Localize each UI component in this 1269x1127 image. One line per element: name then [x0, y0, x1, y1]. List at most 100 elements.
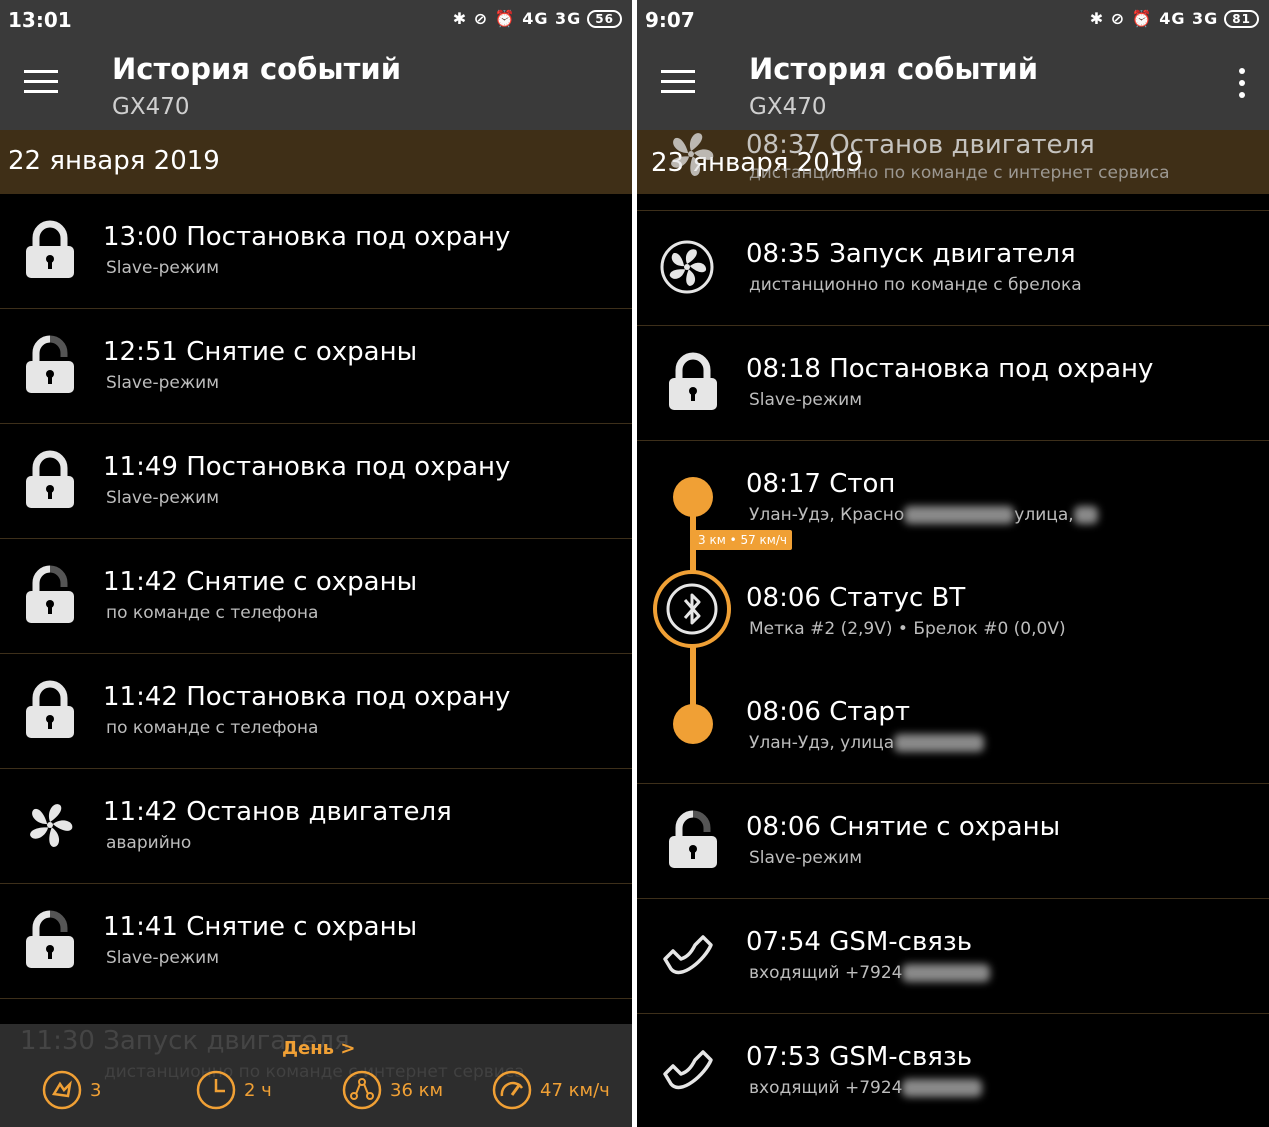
event-subtitle: по команде с телефона: [106, 718, 319, 738]
event-title: 07:53 GSM-связь: [746, 1042, 973, 1072]
unlock-icon: [22, 910, 78, 970]
event-subtitle: аварийно: [106, 833, 192, 853]
list-item[interactable]: 12:51 Снятие с охраны Slave-режим: [0, 309, 632, 424]
clock-icon: [196, 1070, 236, 1110]
time-value: 2 ч: [244, 1079, 272, 1101]
fan-icon: [659, 237, 715, 297]
event-title: 11:42 Постановка под охрану: [103, 682, 511, 712]
list-item[interactable]: 11:42 Снятие с охраны по команде с телеф…: [0, 539, 632, 654]
event-subtitle: Slave-режим: [749, 390, 863, 410]
status-icons: ✱ ⊘ ⏰ 4G 3G 56: [453, 9, 622, 28]
status-bar: 9:07 ✱ ⊘ ⏰ 4G 3G 81: [637, 0, 1269, 40]
trip-badge: 3 км • 57 км/ч: [693, 530, 792, 550]
list-item[interactable]: 07:53 GSM-связь входящий +7924: [637, 1014, 1269, 1127]
page-subtitle: GX470: [749, 94, 827, 120]
bluetooth-icon: [653, 570, 731, 648]
battery-icon: 81: [1224, 9, 1259, 28]
event-subtitle: Улан-Удэ, улица: [749, 733, 985, 753]
distance-stat: 36 км: [342, 1070, 443, 1110]
overlapping-event-title: 08:37 Останов двигателя: [746, 130, 1095, 160]
event-title: 08:17 Стоп: [746, 469, 896, 499]
menu-icon[interactable]: [661, 70, 695, 96]
event-title: 08:06 Снятие с охраны: [746, 812, 1061, 842]
app-bar: История событий GX470: [0, 40, 632, 130]
alarms-stat: 3: [42, 1070, 101, 1110]
list-item[interactable]: 11:41 Снятие с охраны Slave-режим: [0, 884, 632, 999]
day-link[interactable]: День >: [282, 1038, 355, 1059]
fan-icon: [22, 795, 78, 855]
status-time: 9:07: [645, 8, 695, 32]
address-text: Улан-Удэ, улица: [749, 733, 895, 753]
event-subtitle: Slave-режим: [106, 948, 220, 968]
event-subtitle: Slave-режим: [106, 258, 220, 278]
overflow-menu-icon[interactable]: [1237, 68, 1247, 102]
event-title: 11:41 Снятие с охраны: [103, 912, 418, 942]
lock-icon: [22, 680, 78, 740]
page-title: История событий: [112, 52, 402, 86]
unlock-icon: [665, 810, 721, 870]
event-title: 08:18 Постановка под охрану: [746, 354, 1154, 384]
speed-value: 47 км/ч: [540, 1079, 610, 1101]
caller-number: входящий +7924: [749, 963, 903, 983]
list-spacer: [637, 194, 1269, 211]
event-list: 13:00 Постановка под охрану Slave-режим …: [0, 194, 632, 999]
event-title: 11:42 Снятие с охраны: [103, 567, 418, 597]
alarm-icon: [42, 1070, 82, 1110]
date-header: 23 января 2019 08:37 Останов двигателя д…: [637, 130, 1269, 194]
app-bar: История событий GX470: [637, 40, 1269, 130]
status-icons-text: ✱ ⊘ ⏰ 4G 3G: [452, 9, 582, 28]
event-subtitle: Slave-режим: [106, 373, 220, 393]
list-item[interactable]: 11:49 Постановка под охрану Slave-режим: [0, 424, 632, 539]
redacted-address: [904, 506, 1015, 524]
redacted-number: [902, 1079, 983, 1097]
menu-icon[interactable]: [24, 70, 58, 96]
list-item[interactable]: 11:42 Постановка под охрану по команде с…: [0, 654, 632, 769]
fan-icon: [663, 124, 719, 191]
event-subtitle: Slave-режим: [749, 848, 863, 868]
event-subtitle: дистанционно по команде с брелока: [749, 275, 1082, 295]
speedometer-icon: [492, 1070, 532, 1110]
list-item[interactable]: 13:00 Постановка под охрану Slave-режим: [0, 194, 632, 309]
caller-number: входящий +7924: [749, 1078, 903, 1098]
address-start: Улан-Удэ, Красно: [749, 505, 905, 525]
page-title: История событий: [749, 52, 1039, 86]
list-item[interactable]: 07:54 GSM-связь входящий +7924: [637, 899, 1269, 1014]
status-icons-text: ✱ ⊘ ⏰ 4G 3G: [1089, 9, 1219, 28]
lock-icon: [22, 450, 78, 510]
lock-icon: [22, 220, 78, 280]
alarms-value: 3: [90, 1079, 102, 1101]
redacted-address: [894, 734, 985, 752]
speed-stat: 47 км/ч: [492, 1070, 610, 1110]
event-title: 12:51 Снятие с охраны: [103, 337, 418, 367]
list-item[interactable]: 11:42 Останов двигателя аварийно: [0, 769, 632, 884]
event-title: 11:49 Постановка под охрану: [103, 452, 511, 482]
status-bar: 13:01 ✱ ⊘ ⏰ 4G 3G 56: [0, 0, 632, 40]
list-item[interactable]: 08:18 Постановка под охрану Slave-режим: [637, 326, 1269, 441]
overlapping-event-subtitle: дистанционно по команде с интернет серви…: [749, 163, 1170, 183]
route-icon: [342, 1070, 382, 1110]
list-item[interactable]: 08:06 Статус BT Метка #2 (2,9V) • Брелок…: [637, 555, 1269, 669]
list-item[interactable]: 08:35 Запуск двигателя дистанционно по к…: [637, 211, 1269, 326]
event-list: 08:35 Запуск двигателя дистанционно по к…: [637, 211, 1269, 1127]
redacted-number: [902, 964, 991, 982]
event-subtitle: Улан-Удэ, Красно улица,: [749, 505, 1098, 525]
start-dot-icon: [673, 704, 713, 744]
event-subtitle: входящий +7924: [749, 1078, 983, 1098]
list-item[interactable]: 08:06 Старт Улан-Удэ, улица: [637, 669, 1269, 784]
event-title: 07:54 GSM-связь: [746, 927, 973, 957]
status-icons: ✱ ⊘ ⏰ 4G 3G 81: [1090, 9, 1259, 28]
phone-icon: [661, 1040, 717, 1100]
event-title: 11:42 Останов двигателя: [103, 797, 452, 827]
event-title: 13:00 Постановка под охрану: [103, 222, 511, 252]
unlock-icon: [22, 335, 78, 395]
ghost-event-subtitle: дистанционно по команде с интернет серви…: [104, 1062, 525, 1082]
event-title: 08:35 Запуск двигателя: [746, 239, 1076, 269]
date-header: 22 января 2019: [0, 130, 632, 194]
time-stat: 2 ч: [196, 1070, 272, 1110]
event-subtitle: Slave-режим: [106, 488, 220, 508]
event-subtitle: входящий +7924: [749, 963, 991, 983]
event-title: 08:06 Статус BT: [746, 583, 966, 613]
phone-icon: [661, 925, 717, 985]
page-subtitle: GX470: [112, 94, 190, 120]
list-item[interactable]: 08:06 Снятие с охраны Slave-режим: [637, 784, 1269, 899]
